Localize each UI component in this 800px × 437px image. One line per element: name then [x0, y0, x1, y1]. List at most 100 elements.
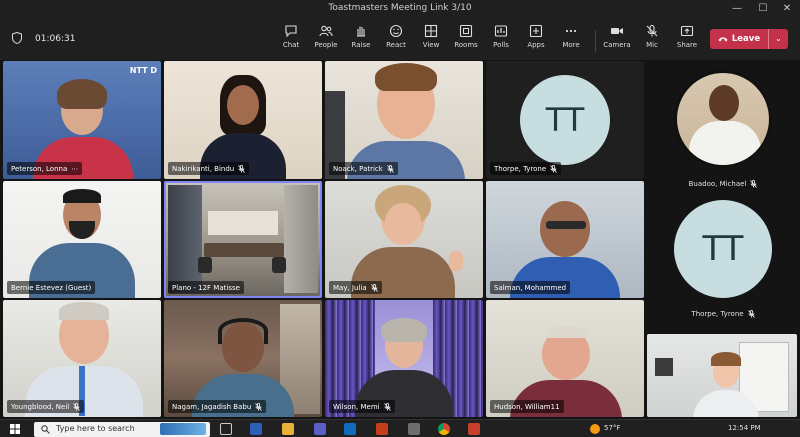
self-view-tile[interactable] [647, 334, 797, 417]
video-tile-noack[interactable]: Noack, Patrick [325, 61, 483, 179]
shield-icon [12, 32, 22, 44]
teams-icon[interactable] [314, 423, 326, 435]
avatar: TT [520, 75, 610, 165]
video-tile-peterson[interactable]: NTT D Peterson, Lonna ⋯ [3, 61, 161, 179]
smiley-icon [389, 24, 403, 38]
video-tile-estevez[interactable]: Bernie Estevez (Guest) [3, 181, 161, 298]
room-wall [284, 185, 318, 293]
outlook-icon[interactable] [344, 423, 356, 435]
person-face [540, 201, 590, 257]
mic-muted-icon [747, 310, 755, 318]
room-back-wall [208, 211, 278, 235]
people-button[interactable]: People [307, 24, 345, 56]
video-tile-salman[interactable]: Salman, Mohammed [486, 181, 644, 298]
participant-name: Hudson, William11 [490, 400, 564, 413]
chair [198, 257, 212, 273]
toolbar-divider [595, 30, 596, 52]
participant-name: Noack, Patrick [329, 162, 398, 175]
headset-icon [218, 318, 268, 344]
video-tile-hudson[interactable]: Hudson, William11 [486, 300, 644, 417]
weather-sun-icon [590, 424, 600, 434]
person-face-front [227, 85, 259, 125]
rooms-icon [459, 24, 473, 38]
participant-name: Thorpe, Tyrone [490, 162, 562, 175]
avatar [674, 70, 772, 168]
search-placeholder: Type here to search [56, 424, 135, 433]
raise-hand-button[interactable]: Raise [342, 24, 380, 56]
person-glasses [546, 221, 586, 229]
meeting-timer: 01:06:31 [35, 34, 76, 44]
mic-muted-icon [73, 402, 81, 411]
room-window [168, 185, 202, 293]
mic-muted-icon [370, 283, 378, 292]
hand-icon [357, 26, 365, 37]
windows-taskbar: Type here to search 57°F 12:54 PM [0, 419, 800, 437]
participant-name: Thorpe, Tyrone [691, 310, 755, 318]
more-options-ellipsis-icon[interactable]: ⋯ [71, 165, 78, 173]
share-icon [680, 25, 694, 37]
person-hair [59, 302, 109, 320]
person-hair [381, 318, 427, 342]
person-face-front [385, 203, 421, 241]
app-icon[interactable] [468, 423, 480, 435]
search-highlight-image [160, 423, 206, 435]
maximize-button[interactable]: ☐ [752, 0, 774, 18]
participant-name: Wilson, Memi [329, 400, 395, 413]
powerpoint-icon[interactable] [376, 423, 388, 435]
leave-main[interactable]: Leave [710, 29, 768, 49]
participant-name: Salman, Mohammed [490, 281, 571, 294]
hang-up-icon [718, 37, 728, 42]
rooms-button[interactable]: Rooms [447, 24, 485, 56]
tile-watermark: NTT D [129, 66, 157, 75]
mic-muted-icon [646, 24, 658, 37]
video-tile-plano-room[interactable]: Plano - 12F Matisse [164, 181, 322, 298]
minimize-button[interactable]: — [726, 0, 748, 18]
chrome-icon[interactable] [438, 423, 450, 435]
weather-temperature: 57°F [604, 424, 621, 432]
leave-options-chevron-down-icon[interactable]: ⌄ [768, 29, 788, 49]
video-tile-nakirikanti[interactable]: Nakirikanti, Bindu [164, 61, 322, 179]
mic-button[interactable]: Mic [633, 24, 671, 56]
react-button[interactable]: React [377, 24, 415, 56]
participant-name: Nagam, Jagadish Babu [168, 400, 267, 413]
video-tile-thorpe-1[interactable]: TT Thorpe, Tyrone [486, 61, 644, 179]
participant-name: May, Julia [329, 281, 382, 294]
leave-button[interactable]: Leave ⌄ [710, 29, 788, 49]
video-tile-may[interactable]: May, Julia [325, 181, 483, 298]
more-button[interactable]: More [552, 24, 590, 56]
file-explorer-icon[interactable] [282, 423, 294, 435]
word-icon[interactable] [250, 423, 262, 435]
chair [272, 257, 286, 273]
mic-muted-icon [387, 164, 394, 173]
participant-name: Plano - 12F Matisse [168, 281, 244, 294]
video-tile-buadoo[interactable]: Buadoo, Michael [650, 70, 796, 200]
video-tile-thorpe-2[interactable]: TT Thorpe, Tyrone [650, 200, 796, 330]
participant-name: Peterson, Lonna ⋯ [7, 162, 83, 175]
task-view-icon[interactable] [220, 423, 232, 435]
title-bar: Toastmasters Meeting Link 3/10 — ☐ ✕ [0, 0, 800, 18]
avatar: TT [674, 200, 772, 298]
grid-view-icon [424, 24, 438, 38]
polls-button[interactable]: Polls [482, 24, 520, 56]
polls-icon [494, 25, 508, 37]
mic-muted-icon [383, 402, 391, 411]
mic-muted-icon [550, 164, 557, 173]
mic-muted-icon [238, 164, 246, 173]
share-button[interactable]: Share [668, 24, 706, 56]
video-tile-wilson[interactable]: Wilson, Memi [325, 300, 483, 417]
chat-button[interactable]: Chat [272, 24, 310, 56]
video-tile-nagam[interactable]: Nagam, Jagadish Babu [164, 300, 322, 417]
video-tile-youngblood[interactable]: Youngblood, Neil [3, 300, 161, 417]
search-icon [41, 425, 50, 434]
windows-start-icon[interactable] [10, 424, 20, 434]
apps-button[interactable]: Apps [517, 24, 555, 56]
close-button[interactable]: ✕ [776, 0, 798, 18]
meeting-toolbar: 01:06:31 Chat People Raise React View Ro… [0, 18, 800, 60]
camera-icon [611, 28, 623, 34]
camera-button[interactable]: Camera [598, 24, 636, 56]
window-title: Toastmasters Meeting Link 3/10 [328, 3, 472, 13]
view-button[interactable]: View [412, 24, 450, 56]
settings-gear-icon[interactable] [408, 423, 420, 435]
person-hair [546, 326, 586, 338]
taskbar-clock[interactable]: 12:54 PM [728, 424, 761, 432]
